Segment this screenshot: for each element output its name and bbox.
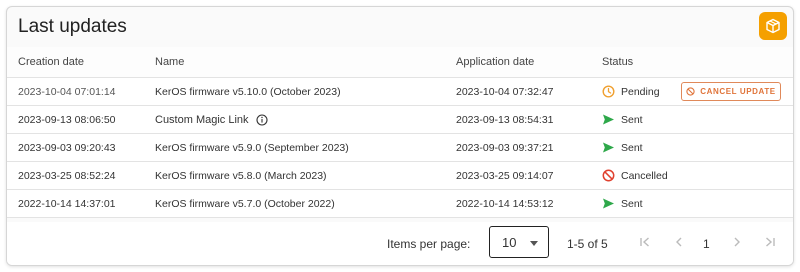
chevron-right-icon (734, 237, 740, 247)
creation-date-cell: 2023-09-03 09:20:43 (18, 141, 116, 154)
package-icon (766, 18, 780, 34)
first-page-button[interactable] (637, 234, 653, 250)
chevron-left-icon (676, 237, 682, 247)
name-cell: KerOS firmware v5.10.0 (October 2023) (155, 85, 341, 98)
table-row: 2022-10-14 14:37:01 KerOS firmware v5.7.… (7, 190, 793, 218)
status-cell: Sent (602, 190, 643, 217)
send-icon (602, 141, 615, 154)
status-label: Cancelled (621, 169, 668, 182)
name-cell: KerOS firmware v5.7.0 (October 2022) (155, 197, 335, 210)
name-cell: KerOS firmware v5.8.0 (March 2023) (155, 169, 327, 182)
items-per-page-select[interactable]: 10 (489, 226, 549, 258)
package-icon-button[interactable] (759, 12, 787, 40)
status-cell: Cancelled (602, 162, 668, 189)
table-row: 2023-10-04 07:01:14 KerOS firmware v5.10… (7, 78, 793, 106)
ban-icon (602, 169, 615, 182)
last-page-button[interactable] (762, 234, 778, 250)
clock-icon (602, 85, 615, 98)
card-title: Last updates (18, 16, 127, 37)
send-icon (602, 113, 615, 126)
ban-icon (686, 87, 695, 96)
table-row: 2023-09-03 09:20:43 KerOS firmware v5.9.… (7, 134, 793, 162)
page-range-label: 1-5 of 5 (567, 237, 608, 251)
next-page-button[interactable] (729, 234, 745, 250)
application-date-cell: 2023-09-03 09:37:21 (456, 141, 554, 154)
card-header: Last updates (7, 7, 793, 47)
table-row: 2023-03-25 08:52:24 KerOS firmware v5.8.… (7, 162, 793, 190)
send-icon (602, 197, 615, 210)
status-label: Sent (621, 113, 643, 126)
status-label: Sent (621, 197, 643, 210)
items-per-page-label: Items per page: (387, 237, 471, 251)
status-cell: Sent (602, 106, 643, 133)
cancel-update-label: CANCEL UPDATE (700, 87, 776, 96)
last-updates-card: Last updates Creation date Name Applicat… (6, 6, 794, 266)
application-date-cell: 2023-10-04 07:32:47 (456, 85, 554, 98)
creation-date-cell: 2023-09-13 08:06:50 (18, 113, 116, 126)
column-header-application-date[interactable]: Application date (456, 47, 534, 77)
status-label: Pending (621, 85, 660, 98)
status-cell: Pending (602, 78, 660, 105)
chevron-down-icon (530, 241, 538, 246)
application-date-cell: 2023-03-25 09:14:07 (456, 169, 554, 182)
previous-page-button[interactable] (671, 234, 687, 250)
table-header-row: Creation date Name Application date Stat… (7, 47, 793, 78)
table-row: 2023-09-13 08:06:50 Custom Magic Link 20… (7, 106, 793, 134)
application-date-cell: 2022-10-14 14:53:12 (456, 197, 554, 210)
name-cell: Custom Magic Link (155, 106, 268, 133)
application-date-cell: 2023-09-13 08:54:31 (456, 113, 554, 126)
name-cell: KerOS firmware v5.9.0 (September 2023) (155, 141, 349, 154)
column-header-name[interactable]: Name (155, 47, 184, 77)
name-label: Custom Magic Link (155, 113, 249, 126)
current-page-number: 1 (703, 237, 710, 251)
updates-table: Creation date Name Application date Stat… (7, 47, 793, 218)
first-page-icon (640, 237, 649, 247)
status-cell: Sent (602, 134, 643, 161)
action-cell: CANCEL UPDATE (681, 78, 781, 105)
cancel-update-button[interactable]: CANCEL UPDATE (681, 82, 781, 101)
status-label: Sent (621, 141, 643, 154)
column-header-status[interactable]: Status (602, 47, 633, 77)
creation-date-cell: 2023-03-25 08:52:24 (18, 169, 116, 182)
creation-date-cell: 2023-10-04 07:01:14 (18, 85, 116, 98)
creation-date-cell: 2022-10-14 14:37:01 (18, 197, 116, 210)
column-header-creation-date[interactable]: Creation date (18, 47, 84, 77)
paginator: Items per page: 10 1-5 of 5 1 (7, 222, 793, 265)
items-per-page-value: 10 (502, 235, 517, 250)
last-page-icon (766, 237, 775, 247)
info-icon[interactable] (255, 113, 268, 126)
